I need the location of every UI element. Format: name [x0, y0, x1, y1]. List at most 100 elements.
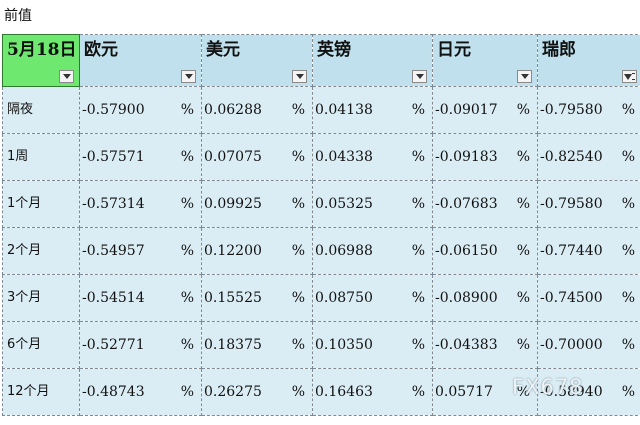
percent-unit: %	[180, 102, 194, 118]
rate-value: -0.08900	[435, 290, 498, 306]
rate-cell[interactable]: -0.57900%	[79, 86, 202, 134]
rate-cell[interactable]: -0.54957%	[79, 227, 202, 275]
filter-active-icon	[623, 73, 632, 80]
percent-unit: %	[411, 290, 425, 306]
column-header-jpy[interactable]: 日元	[432, 34, 538, 87]
row-label-cell[interactable]: 2个月	[2, 227, 80, 275]
rate-cell[interactable]: -0.06150%	[432, 227, 538, 275]
percent-unit: %	[180, 384, 194, 400]
rate-cell[interactable]: -0.77440%	[537, 227, 640, 275]
rate-cell[interactable]: 0.05325%	[312, 180, 433, 228]
dropdown-arrow-icon	[520, 74, 529, 79]
rate-value: 0.09925	[204, 196, 262, 212]
row-label-cell[interactable]: 6个月	[2, 321, 80, 369]
rate-value: -0.79580	[540, 196, 603, 212]
rate-cell[interactable]: 0.04138%	[312, 86, 433, 134]
rate-cell[interactable]: 0.15525%	[201, 274, 313, 322]
rate-value: 0.12200	[204, 243, 262, 259]
filter-dropdown-button[interactable]	[517, 70, 532, 83]
rate-value: -0.52771	[82, 337, 145, 353]
rate-value: 0.06988	[315, 243, 373, 259]
table-row: 3个月 -0.54514% 0.15525% 0.08750% -0.08900% -0.…	[2, 274, 640, 322]
rate-cell[interactable]: -0.08900%	[432, 274, 538, 322]
rate-value: 0.10350	[315, 337, 373, 353]
dropdown-arrow-icon	[415, 74, 424, 79]
rate-value: -0.06150	[435, 243, 498, 259]
row-label-cell[interactable]: 3个月	[2, 274, 80, 322]
rate-cell[interactable]: -0.07683%	[432, 180, 538, 228]
rate-cell[interactable]: -0.09017%	[432, 86, 538, 134]
rate-value: -0.70000	[540, 337, 603, 353]
rate-cell[interactable]: 0.18375%	[201, 321, 313, 369]
date-header[interactable]: 5月18日	[2, 34, 80, 87]
filter-dropdown-button[interactable]	[292, 70, 307, 83]
column-header-label: 美元	[206, 40, 240, 60]
row-label-cell[interactable]: 12个月	[2, 368, 80, 416]
percent-unit: %	[180, 337, 194, 353]
rate-cell[interactable]: -0.09183%	[432, 133, 538, 181]
rate-cell[interactable]: 0.26275%	[201, 368, 313, 416]
dropdown-arrow-icon	[184, 74, 193, 79]
rate-value: -0.07683	[435, 196, 498, 212]
column-header-usd[interactable]: 美元	[201, 34, 313, 87]
filter-dropdown-button[interactable]	[181, 70, 196, 83]
rate-value: -0.04383	[435, 337, 498, 353]
rate-value: -0.09183	[435, 149, 498, 165]
rate-cell[interactable]: 0.06988%	[312, 227, 433, 275]
rate-cell[interactable]: 0.04338%	[312, 133, 433, 181]
row-label-cell[interactable]: 1个月	[2, 180, 80, 228]
percent-unit: %	[621, 196, 635, 212]
filter-dropdown-button[interactable]	[59, 70, 74, 83]
rate-value: -0.82540	[540, 149, 603, 165]
rate-value: 0.05717	[435, 384, 493, 400]
rate-value: 0.04338	[315, 149, 373, 165]
rate-cell[interactable]: -0.79580%	[537, 180, 640, 228]
rate-cell[interactable]: -0.79580%	[537, 86, 640, 134]
rate-cell[interactable]: -0.57571%	[79, 133, 202, 181]
rate-cell[interactable]: -0.74500%	[537, 274, 640, 322]
filter-dropdown-button[interactable]	[412, 70, 427, 83]
rate-value: 0.06288	[204, 102, 262, 118]
filter-active-button[interactable]	[622, 70, 637, 83]
rate-cell[interactable]: -0.70000%	[537, 321, 640, 369]
rate-value: 0.07075	[204, 149, 262, 165]
column-header-eur[interactable]: 欧元	[79, 34, 202, 87]
column-header-chf[interactable]: 瑞郎	[537, 34, 640, 87]
rates-table: 5月18日 欧元 美元 英镑 日元 瑞郎 隔夜 -0.57900 % 0.062…	[2, 34, 640, 416]
percent-unit: %	[291, 290, 305, 306]
rate-cell[interactable]: 0.10350%	[312, 321, 433, 369]
percent-unit: %	[291, 243, 305, 259]
rate-value: -0.54957	[82, 243, 145, 259]
percent-unit: %	[411, 243, 425, 259]
rate-cell[interactable]: -0.57314%	[79, 180, 202, 228]
rate-cell[interactable]: 0.09925%	[201, 180, 313, 228]
rate-value: 0.15525	[204, 290, 262, 306]
rate-value: -0.57900	[82, 102, 145, 118]
row-label-cell[interactable]: 1周	[2, 133, 80, 181]
percent-unit: %	[411, 149, 425, 165]
rate-cell[interactable]: 0.12200%	[201, 227, 313, 275]
watermark: FX678	[512, 375, 584, 399]
rate-cell[interactable]: 0.06288%	[201, 86, 313, 134]
rate-cell[interactable]: 0.07075%	[201, 133, 313, 181]
column-header-label: 英镑	[317, 40, 351, 60]
rate-cell[interactable]: 0.08750%	[312, 274, 433, 322]
row-label-cell[interactable]: 隔夜	[2, 86, 80, 134]
rate-cell[interactable]: -0.54514%	[79, 274, 202, 322]
percent-unit: %	[291, 384, 305, 400]
rate-cell[interactable]: -0.82540%	[537, 133, 640, 181]
rate-cell[interactable]: -0.48743%	[79, 368, 202, 416]
date-header-label: 5月18日	[7, 40, 77, 60]
rate-cell[interactable]: -0.04383%	[432, 321, 538, 369]
rate-value: 0.08750	[315, 290, 373, 306]
rate-value: -0.74500	[540, 290, 603, 306]
percent-unit: %	[621, 337, 635, 353]
rate-cell[interactable]: -0.52771%	[79, 321, 202, 369]
percent-unit: %	[291, 102, 305, 118]
rate-cell[interactable]: 0.16463%	[312, 368, 433, 416]
percent-unit: %	[621, 384, 635, 400]
rate-value: -0.57314	[82, 196, 145, 212]
column-header-gbp[interactable]: 英镑	[312, 34, 433, 87]
dropdown-arrow-icon	[295, 74, 304, 79]
column-header-label: 欧元	[84, 40, 118, 60]
